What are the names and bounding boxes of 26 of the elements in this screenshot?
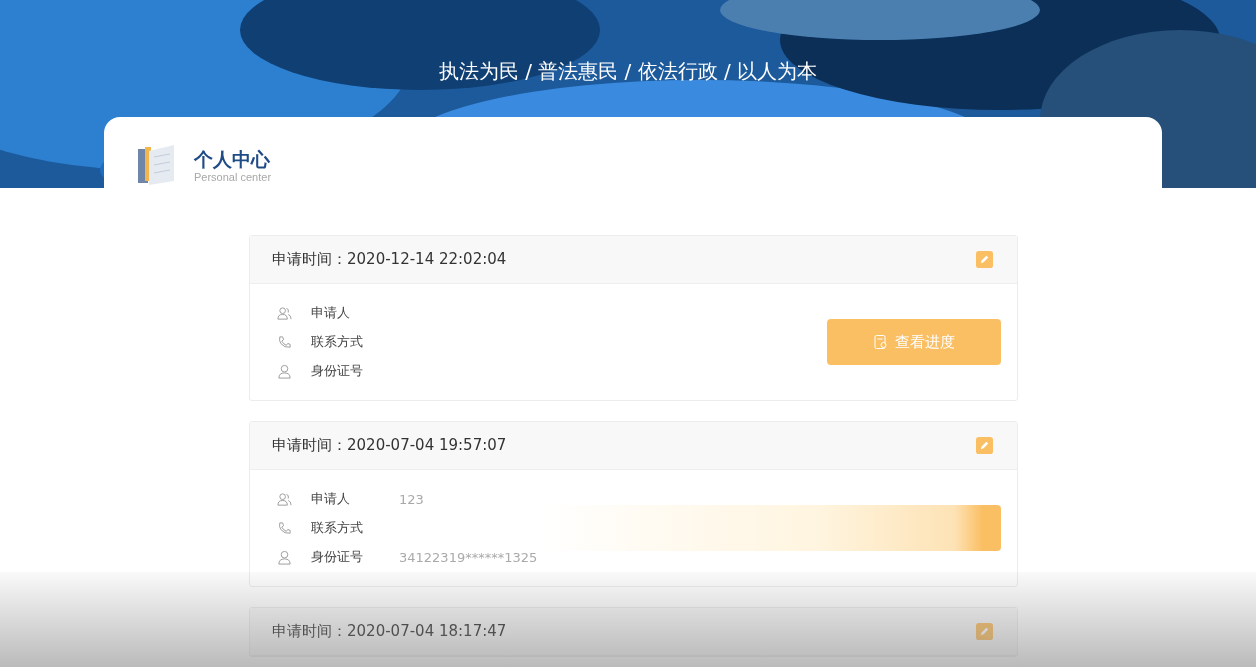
- application-time: 申请时间：2020-07-04 19:57:07: [272, 436, 507, 455]
- application-time: 申请时间：2020-12-14 22:02:04: [272, 250, 507, 269]
- field-label: 申请人: [311, 490, 351, 508]
- people-icon: [277, 305, 292, 321]
- field-label: 联系方式: [311, 519, 364, 537]
- book-icon: [136, 143, 176, 187]
- document-icon: [873, 334, 889, 350]
- phone-icon: [277, 334, 292, 350]
- panel-subtitle: Personal center: [194, 171, 272, 183]
- slogan: 执法为民 / 普法惠民 / 依法行政 / 以人为本: [437, 58, 819, 85]
- people-icon: [277, 491, 292, 507]
- phone-icon: [277, 520, 292, 536]
- field-value: 123: [399, 491, 424, 507]
- field-label: 申请人: [311, 304, 351, 322]
- view-progress-button[interactable]: 查看进度: [827, 319, 1001, 365]
- panel-title: 个人中心: [194, 147, 271, 171]
- field-value: 34122319******1325: [399, 549, 538, 565]
- person-icon: [277, 549, 292, 565]
- application-time: 申请时间：2020-07-04 18:17:47: [272, 622, 507, 641]
- field-label: 身份证号: [311, 548, 364, 566]
- edit-icon[interactable]: [976, 623, 993, 640]
- edit-icon[interactable]: [976, 251, 993, 268]
- field-label: 联系方式: [311, 333, 364, 351]
- edit-icon[interactable]: [976, 437, 993, 454]
- person-icon: [277, 363, 292, 379]
- field-label: 身份证号: [311, 362, 364, 380]
